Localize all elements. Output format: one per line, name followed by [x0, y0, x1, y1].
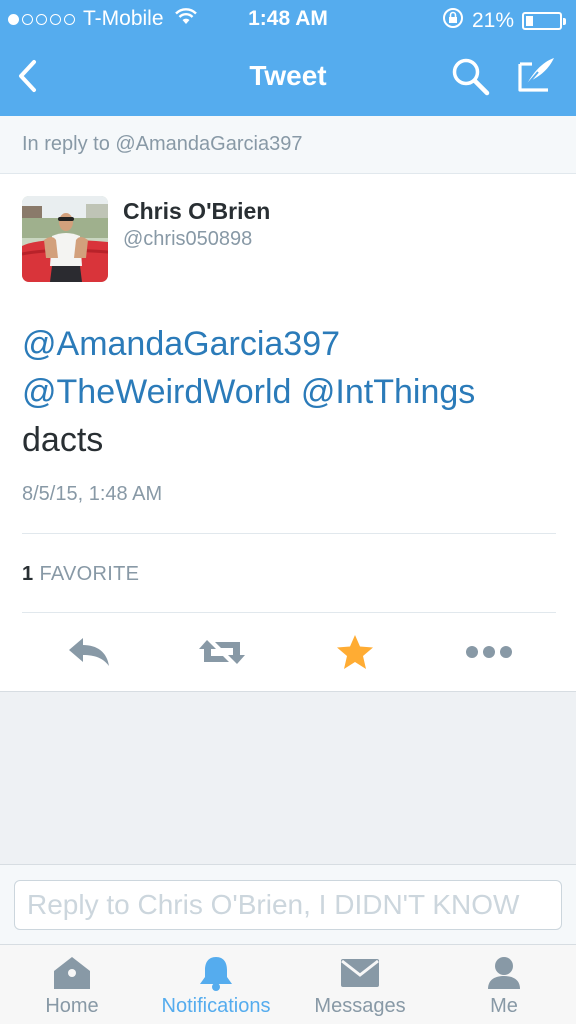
divider	[22, 612, 556, 613]
status-bar: T-Mobile 1:48 AM 21%	[0, 0, 576, 38]
reply-composer-bar	[0, 864, 576, 944]
tab-home[interactable]: Home	[0, 945, 144, 1024]
favorite-count: 1	[22, 563, 34, 585]
reply-context-text: In reply to @AmandaGarcia397	[22, 133, 303, 155]
tab-notifications[interactable]: Notifications	[144, 945, 288, 1024]
battery-icon	[522, 12, 566, 30]
home-icon	[50, 955, 94, 991]
star-icon[interactable]	[334, 632, 376, 672]
tab-label: Home	[45, 995, 99, 1017]
more-icon[interactable]	[464, 632, 514, 672]
envelope-icon	[338, 955, 382, 991]
reply-context-bar[interactable]: In reply to @AmandaGarcia397	[0, 116, 576, 174]
favorite-label: FAVORITE	[39, 563, 140, 585]
rotation-lock-icon	[442, 7, 464, 35]
bell-icon	[194, 955, 238, 991]
reply-icon[interactable]	[66, 632, 112, 672]
tab-bar: Home Notifications Messages Me	[0, 944, 576, 1024]
search-icon[interactable]	[450, 56, 492, 98]
person-icon	[482, 955, 526, 991]
compose-icon[interactable]	[516, 54, 558, 96]
tweet-text: @AmandaGarcia397 @TheWeirdWorld @IntThin…	[22, 320, 552, 464]
favorite-count-row[interactable]: 1 FAVORITE	[22, 563, 139, 586]
tweet-body-text: dacts	[22, 421, 104, 459]
tab-me[interactable]: Me	[432, 945, 576, 1024]
avatar[interactable]	[22, 196, 108, 282]
tweet-detail-card: Chris O'Brien @chris050898 @AmandaGarcia…	[0, 174, 576, 692]
status-right: 21%	[442, 7, 566, 35]
tweet-timestamp: 8/5/15, 1:48 AM	[22, 483, 163, 505]
tab-messages[interactable]: Messages	[288, 945, 432, 1024]
divider	[22, 533, 556, 534]
reply-input[interactable]	[14, 880, 562, 930]
header: T-Mobile 1:48 AM 21% Tweet	[0, 0, 576, 116]
tab-label: Messages	[314, 995, 406, 1017]
mention-link[interactable]: @AmandaGarcia397	[22, 325, 340, 363]
retweet-icon[interactable]	[197, 632, 247, 672]
tab-label: Notifications	[161, 995, 271, 1017]
battery-percent: 21%	[471, 9, 514, 32]
mention-link[interactable]: @TheWeirdWorld	[22, 373, 291, 411]
tab-label: Me	[490, 995, 518, 1017]
nav-bar: Tweet	[0, 38, 576, 116]
mention-link[interactable]: @IntThings	[301, 373, 475, 411]
author-handle[interactable]: @chris050898	[123, 228, 252, 251]
author-name[interactable]: Chris O'Brien	[123, 198, 270, 225]
